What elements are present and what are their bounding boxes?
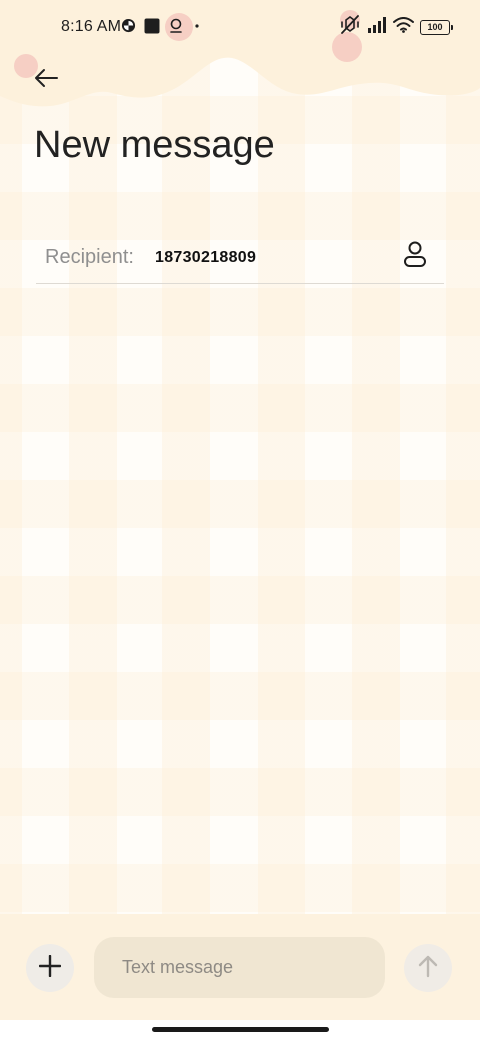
vibrate-off-icon [339,14,361,40]
arrow-left-icon [33,67,59,94]
battery-icon: 100 [420,19,453,35]
notification-square-icon [144,18,160,39]
person-icon [403,240,427,273]
compose-bar [0,914,480,1020]
status-system-icons: 100 [339,14,453,40]
status-notification-icons [121,18,202,38]
message-input[interactable] [94,937,385,998]
back-button[interactable] [26,62,66,98]
recipient-row[interactable]: Recipient: 18730218809 [36,232,444,284]
home-indicator[interactable] [152,1027,329,1032]
notification-app-icon [121,18,136,38]
signal-icon [367,16,387,38]
select-contact-button[interactable] [400,240,430,272]
status-time: 8:16 AM [61,18,122,35]
wifi-icon [393,16,414,38]
arrow-up-icon [417,954,439,983]
send-button[interactable] [404,944,452,992]
page-title: New message [34,124,275,166]
plus-icon [38,954,62,982]
notification-location-icon [168,17,184,40]
status-bar: 8:16 AM 100 [0,0,480,56]
navigation-bar [0,1020,480,1040]
more-notifications-dot [192,18,202,39]
recipient-field[interactable]: 18730218809 [155,249,256,267]
recipient-label: Recipient: [45,246,134,268]
attach-button[interactable] [26,944,74,992]
